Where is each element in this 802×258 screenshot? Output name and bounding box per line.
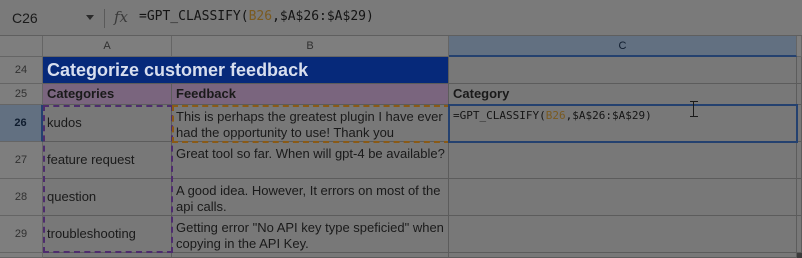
- active-formula-suffix: ): [645, 109, 652, 122]
- feedback-text: A good idea. However, It errors on most …: [176, 183, 441, 214]
- row-header-27[interactable]: 27: [0, 142, 43, 179]
- cell-c30[interactable]: [449, 253, 797, 258]
- table-row-feedback-cell[interactable]: A good idea. However, It errors on most …: [172, 179, 449, 216]
- function-icon: fx: [114, 8, 129, 26]
- active-formula-ref-b26: B26: [545, 109, 566, 122]
- table-row-feedback-cell[interactable]: This is perhaps the greatest plugin I ha…: [172, 105, 449, 142]
- column-header-b[interactable]: B: [172, 36, 449, 57]
- table-row-category-cell[interactable]: feature request: [43, 142, 172, 179]
- formula-ref-b26: B26: [248, 9, 273, 24]
- cell-d26[interactable]: [797, 105, 802, 142]
- active-cell-c26[interactable]: =GPT_CLASSIFY(B26,$A$26:$A$29): [449, 105, 797, 142]
- name-box[interactable]: C26: [0, 0, 104, 36]
- cell-d27[interactable]: [797, 142, 802, 179]
- category-label: feature request: [47, 152, 135, 167]
- cell-d28[interactable]: [797, 179, 802, 216]
- formula-input[interactable]: =GPT_CLASSIFY(B26,$A$26:$A$29): [139, 9, 374, 24]
- category-label: troubleshooting: [47, 226, 136, 241]
- active-formula-ref-range: $A$26:$A$29: [572, 109, 646, 122]
- header-categories: Categories: [47, 86, 115, 101]
- divider: [104, 9, 105, 28]
- formula-sep: ,: [272, 9, 280, 24]
- column-header-d[interactable]: [797, 36, 802, 57]
- formula-ref-range: $A$26:$A$29: [279, 9, 366, 24]
- feedback-text: Getting error "No API key type speficied…: [176, 220, 444, 251]
- category-label: question: [47, 189, 97, 204]
- formula-bar: C26 fx =GPT_CLASSIFY(B26,$A$26:$A$29): [0, 0, 802, 36]
- cell-reference: C26: [12, 10, 38, 26]
- table-row-category-cell[interactable]: troubleshooting: [43, 216, 172, 253]
- table-row-category-cell[interactable]: kudos: [43, 105, 172, 142]
- row-header-29[interactable]: 29: [0, 216, 43, 253]
- cell-b30[interactable]: [172, 253, 449, 258]
- table-row-feedback-cell[interactable]: Great tool so far. When will gpt-4 be av…: [172, 142, 449, 179]
- table-row-category-cell[interactable]: question: [43, 179, 172, 216]
- column-header-a[interactable]: A: [43, 36, 172, 57]
- cell-c24[interactable]: [449, 57, 797, 84]
- row-header-24[interactable]: 24: [0, 57, 43, 84]
- cell-d29[interactable]: [797, 216, 802, 253]
- cell-d25[interactable]: [797, 84, 802, 105]
- cell-a30[interactable]: [43, 253, 172, 258]
- column-header-c[interactable]: C: [449, 36, 797, 57]
- cell-c29[interactable]: [449, 216, 797, 253]
- header-categories-cell[interactable]: Categories: [43, 84, 172, 105]
- row-header-28[interactable]: 28: [0, 179, 43, 216]
- row-header-30[interactable]: [0, 253, 43, 258]
- cell-c28[interactable]: [449, 179, 797, 216]
- chevron-down-icon[interactable]: [86, 15, 94, 20]
- feedback-text: This is perhaps the greatest plugin I ha…: [176, 109, 443, 140]
- header-category-cell[interactable]: Category: [449, 84, 797, 105]
- cell-d24[interactable]: [797, 57, 802, 84]
- row-header-25[interactable]: 25: [0, 84, 43, 105]
- cell-c27[interactable]: [449, 142, 797, 179]
- category-label: kudos: [47, 115, 82, 130]
- active-formula-prefix: =GPT_CLASSIFY(: [453, 109, 546, 122]
- header-category: Category: [453, 86, 510, 101]
- select-all-corner[interactable]: [0, 36, 43, 57]
- formula-prefix: =GPT_CLASSIFY(: [139, 9, 249, 24]
- feedback-text: Great tool so far. When will gpt-4 be av…: [176, 146, 445, 161]
- table-row-feedback-cell[interactable]: Getting error "No API key type speficied…: [172, 216, 449, 253]
- sheet-title: Categorize customer feedback: [47, 60, 309, 80]
- sheet-title-cell[interactable]: Categorize customer feedback: [43, 57, 449, 84]
- row-header-26[interactable]: 26: [0, 105, 43, 142]
- header-feedback: Feedback: [176, 86, 236, 101]
- header-feedback-cell[interactable]: Feedback: [172, 84, 449, 105]
- formula-suffix: ): [365, 9, 374, 24]
